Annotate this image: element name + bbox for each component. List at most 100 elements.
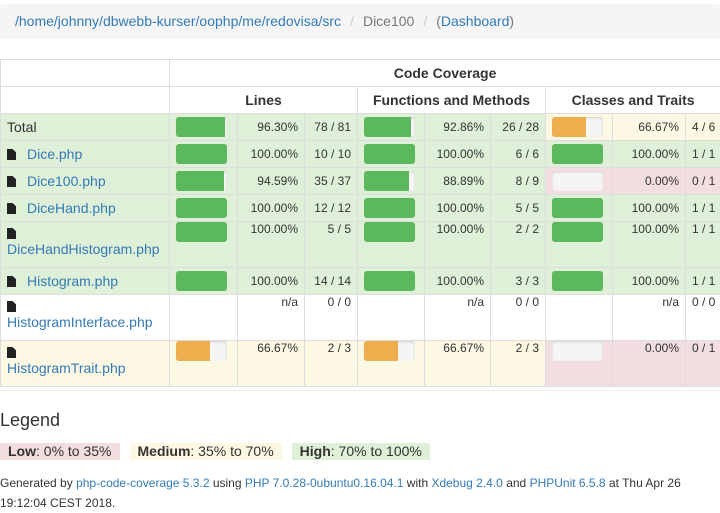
functions-progress-fill bbox=[364, 271, 415, 291]
functions-bar-cell bbox=[358, 141, 425, 168]
classes-bar-cell bbox=[546, 295, 613, 341]
lines-progress-fill bbox=[176, 341, 210, 361]
footer-text: using bbox=[210, 476, 245, 490]
functions-progress-fill bbox=[364, 198, 415, 218]
classes-progress-bar bbox=[552, 222, 603, 242]
functions-count: 0 / 0 bbox=[491, 295, 546, 341]
lines-progress-bar bbox=[176, 144, 227, 164]
total-label: Total bbox=[7, 119, 37, 135]
php-code-coverage-link[interactable]: php-code-coverage 5.3.2 bbox=[76, 476, 209, 490]
file-link[interactable]: DiceHandHistogram.php bbox=[7, 241, 160, 257]
header-code-coverage: Code Coverage bbox=[170, 60, 720, 87]
functions-bar-cell bbox=[358, 341, 425, 387]
divider bbox=[0, 390, 720, 391]
functions-progress-bar bbox=[364, 171, 415, 191]
header-functions-methods: Functions and Methods bbox=[358, 87, 546, 114]
classes-bar-cell bbox=[546, 268, 613, 295]
functions-percent: 100.00% bbox=[425, 195, 491, 222]
functions-percent: 66.67% bbox=[425, 341, 491, 387]
php-version-link[interactable]: PHP 7.0.28-0ubuntu0.16.04.1 bbox=[245, 476, 404, 490]
functions-progress-bar bbox=[364, 117, 415, 137]
classes-progress-bar bbox=[552, 171, 603, 191]
breadcrumb-dashboard-close: ) bbox=[509, 13, 514, 29]
file-link[interactable]: Dice.php bbox=[27, 146, 82, 162]
file-link[interactable]: Dice100.php bbox=[27, 173, 106, 189]
lines-count: 35 / 37 bbox=[305, 168, 358, 195]
legend-medium-range: : 35% to 70% bbox=[190, 443, 273, 460]
header-classes-traits: Classes and Traits bbox=[546, 87, 720, 114]
classes-bar-cell bbox=[546, 168, 613, 195]
classes-progress-fill bbox=[552, 222, 603, 242]
file-name-cell: DiceHand.php bbox=[1, 195, 170, 222]
functions-progress-bar bbox=[364, 222, 415, 242]
file-name-cell: Dice100.php bbox=[1, 168, 170, 195]
footer-text: with bbox=[403, 476, 431, 490]
lines-progress-fill bbox=[176, 222, 227, 242]
legend-high: High: 70% to 100% bbox=[292, 443, 430, 460]
functions-bar-cell bbox=[358, 168, 425, 195]
classes-progress-bar bbox=[552, 198, 603, 218]
breadcrumb-separator: / bbox=[414, 13, 436, 29]
lines-progress-bar bbox=[176, 171, 227, 191]
functions-count: 3 / 3 bbox=[491, 268, 546, 295]
phpunit-link[interactable]: PHPUnit 6.5.8 bbox=[530, 476, 606, 490]
file-link[interactable]: HistogramTrait.php bbox=[7, 360, 126, 376]
functions-count: 26 / 28 bbox=[491, 114, 546, 141]
classes-count: 1 / 1 bbox=[686, 222, 720, 268]
file-row: DiceHandHistogram.php100.00%5 / 5100.00%… bbox=[1, 222, 720, 268]
functions-percent: 100.00% bbox=[425, 222, 491, 268]
classes-count: 0 / 1 bbox=[686, 341, 720, 387]
dashboard-link[interactable]: Dashboard bbox=[441, 13, 510, 29]
file-icon bbox=[7, 203, 16, 214]
functions-progress-fill bbox=[364, 222, 415, 242]
classes-percent: 100.00% bbox=[613, 222, 686, 268]
functions-bar-cell bbox=[358, 222, 425, 268]
classes-progress-bar bbox=[552, 144, 603, 164]
classes-progress-fill bbox=[552, 144, 603, 164]
file-icon bbox=[7, 176, 16, 187]
functions-progress-fill bbox=[364, 144, 415, 164]
file-name-cell: HistogramTrait.php bbox=[1, 341, 170, 387]
lines-progress-bar bbox=[176, 198, 227, 218]
lines-progress-fill bbox=[176, 117, 225, 137]
file-row: HistogramTrait.php66.67%2 / 366.67%2 / 3… bbox=[1, 341, 720, 387]
file-icon bbox=[7, 347, 16, 358]
functions-progress-bar bbox=[364, 271, 415, 291]
file-icon bbox=[7, 228, 16, 239]
legend: Low: 0% to 35%Medium: 35% to 70%High: 70… bbox=[0, 443, 440, 460]
header-empty-cell bbox=[1, 60, 170, 87]
lines-count: 10 / 10 bbox=[305, 141, 358, 168]
functions-progress-bar bbox=[364, 198, 415, 218]
file-link[interactable]: Histogram.php bbox=[27, 273, 118, 289]
breadcrumb-separator: / bbox=[341, 13, 363, 29]
file-link[interactable]: HistogramInterface.php bbox=[7, 314, 153, 330]
functions-count: 2 / 2 bbox=[491, 222, 546, 268]
file-icon bbox=[7, 149, 16, 160]
file-icon bbox=[7, 276, 16, 287]
classes-count: 1 / 1 bbox=[686, 268, 720, 295]
lines-bar-cell bbox=[170, 268, 238, 295]
classes-count: 0 / 0 bbox=[686, 295, 720, 341]
lines-progress-fill bbox=[176, 271, 227, 291]
lines-bar-cell bbox=[170, 341, 238, 387]
lines-count: 2 / 3 bbox=[305, 341, 358, 387]
functions-progress-bar bbox=[364, 341, 415, 361]
legend-low: Low: 0% to 35% bbox=[0, 443, 120, 460]
file-link[interactable]: DiceHand.php bbox=[27, 200, 116, 216]
functions-progress-fill bbox=[364, 341, 398, 361]
lines-progress-fill bbox=[176, 198, 227, 218]
lines-percent: 100.00% bbox=[238, 268, 305, 295]
file-row: Dice100.php94.59%35 / 3788.89%8 / 90.00%… bbox=[1, 168, 720, 195]
breadcrumb-path-link[interactable]: /home/johnny/dbwebb-kurser/oophp/me/redo… bbox=[15, 13, 341, 29]
file-name-cell: Dice.php bbox=[1, 141, 170, 168]
lines-count: 14 / 14 bbox=[305, 268, 358, 295]
lines-bar-cell bbox=[170, 141, 238, 168]
lines-count: 0 / 0 bbox=[305, 295, 358, 341]
legend-high-label: High bbox=[300, 443, 331, 459]
lines-percent: 100.00% bbox=[238, 222, 305, 268]
classes-percent: 0.00% bbox=[613, 168, 686, 195]
functions-count: 5 / 5 bbox=[491, 195, 546, 222]
xdebug-link[interactable]: Xdebug 2.4.0 bbox=[431, 476, 502, 490]
lines-progress-bar bbox=[176, 222, 227, 242]
classes-count: 1 / 1 bbox=[686, 141, 720, 168]
